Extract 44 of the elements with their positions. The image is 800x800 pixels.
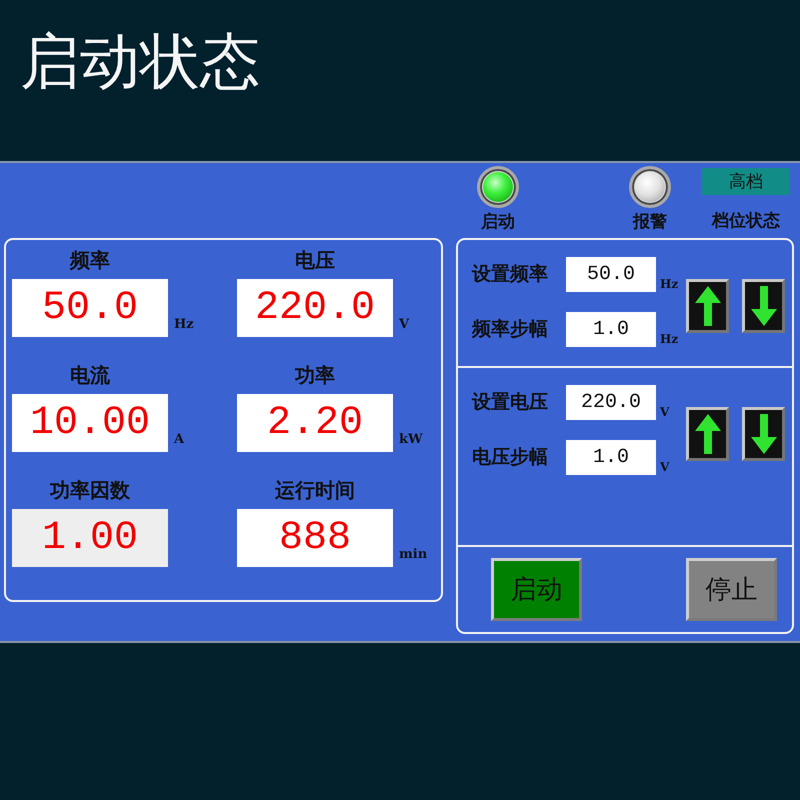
unit-label: V [660, 461, 670, 475]
unit-label: Hz [660, 278, 678, 292]
stop-button[interactable]: 停止 [686, 558, 777, 621]
setpoint-label: 电压步幅 [472, 445, 549, 470]
unit-label: V [399, 318, 410, 334]
down-arrow-icon [750, 414, 776, 454]
reading-label: 频率 [70, 247, 110, 274]
setpoint-field[interactable]: 220.0 [566, 385, 656, 420]
increase-button[interactable] [686, 279, 729, 333]
reading-label: 功率 [295, 362, 335, 389]
reading-label: 运行时间 [275, 477, 355, 504]
setpoint-field[interactable]: 1.0 [566, 440, 656, 475]
increase-button[interactable] [686, 407, 729, 461]
setpoint-field[interactable]: 1.0 [566, 312, 656, 347]
indicator-label: 档位状态 [712, 210, 780, 232]
reading-label: 电流 [70, 362, 110, 389]
reading-display: 1.00 [12, 509, 168, 567]
unit-label: Hz [174, 318, 194, 334]
unit-label: kW [399, 433, 423, 449]
unit-label: A [174, 433, 184, 449]
decrease-button[interactable] [742, 279, 785, 333]
up-arrow-icon [694, 286, 720, 326]
reading-display: 888 [237, 509, 393, 567]
decrease-button[interactable] [742, 407, 785, 461]
start-button[interactable]: 启动 [491, 558, 582, 621]
indicator-label: 启动 [481, 211, 515, 233]
level-status-display: 高档 [702, 168, 790, 195]
unit-label: min [399, 548, 428, 564]
unit-label: V [660, 406, 670, 420]
setpoint-label: 设置频率 [472, 262, 549, 287]
reading-display: 50.0 [12, 279, 168, 337]
reading-display: 220.0 [237, 279, 393, 337]
setpoint-label: 频率步幅 [472, 317, 549, 342]
indicator-label: 报警 [633, 211, 667, 233]
down-arrow-icon [750, 286, 776, 326]
setpoint-field[interactable]: 50.0 [566, 257, 656, 292]
reading-label: 功率因数 [50, 477, 130, 504]
setpoint-label: 设置电压 [472, 390, 549, 415]
up-arrow-icon [694, 414, 720, 454]
unit-label: Hz [660, 333, 678, 347]
reading-label: 电压 [295, 247, 335, 274]
page-title: 启动状态 [20, 26, 260, 98]
reading-display: 2.20 [237, 394, 393, 452]
reading-display: 10.00 [12, 394, 168, 452]
